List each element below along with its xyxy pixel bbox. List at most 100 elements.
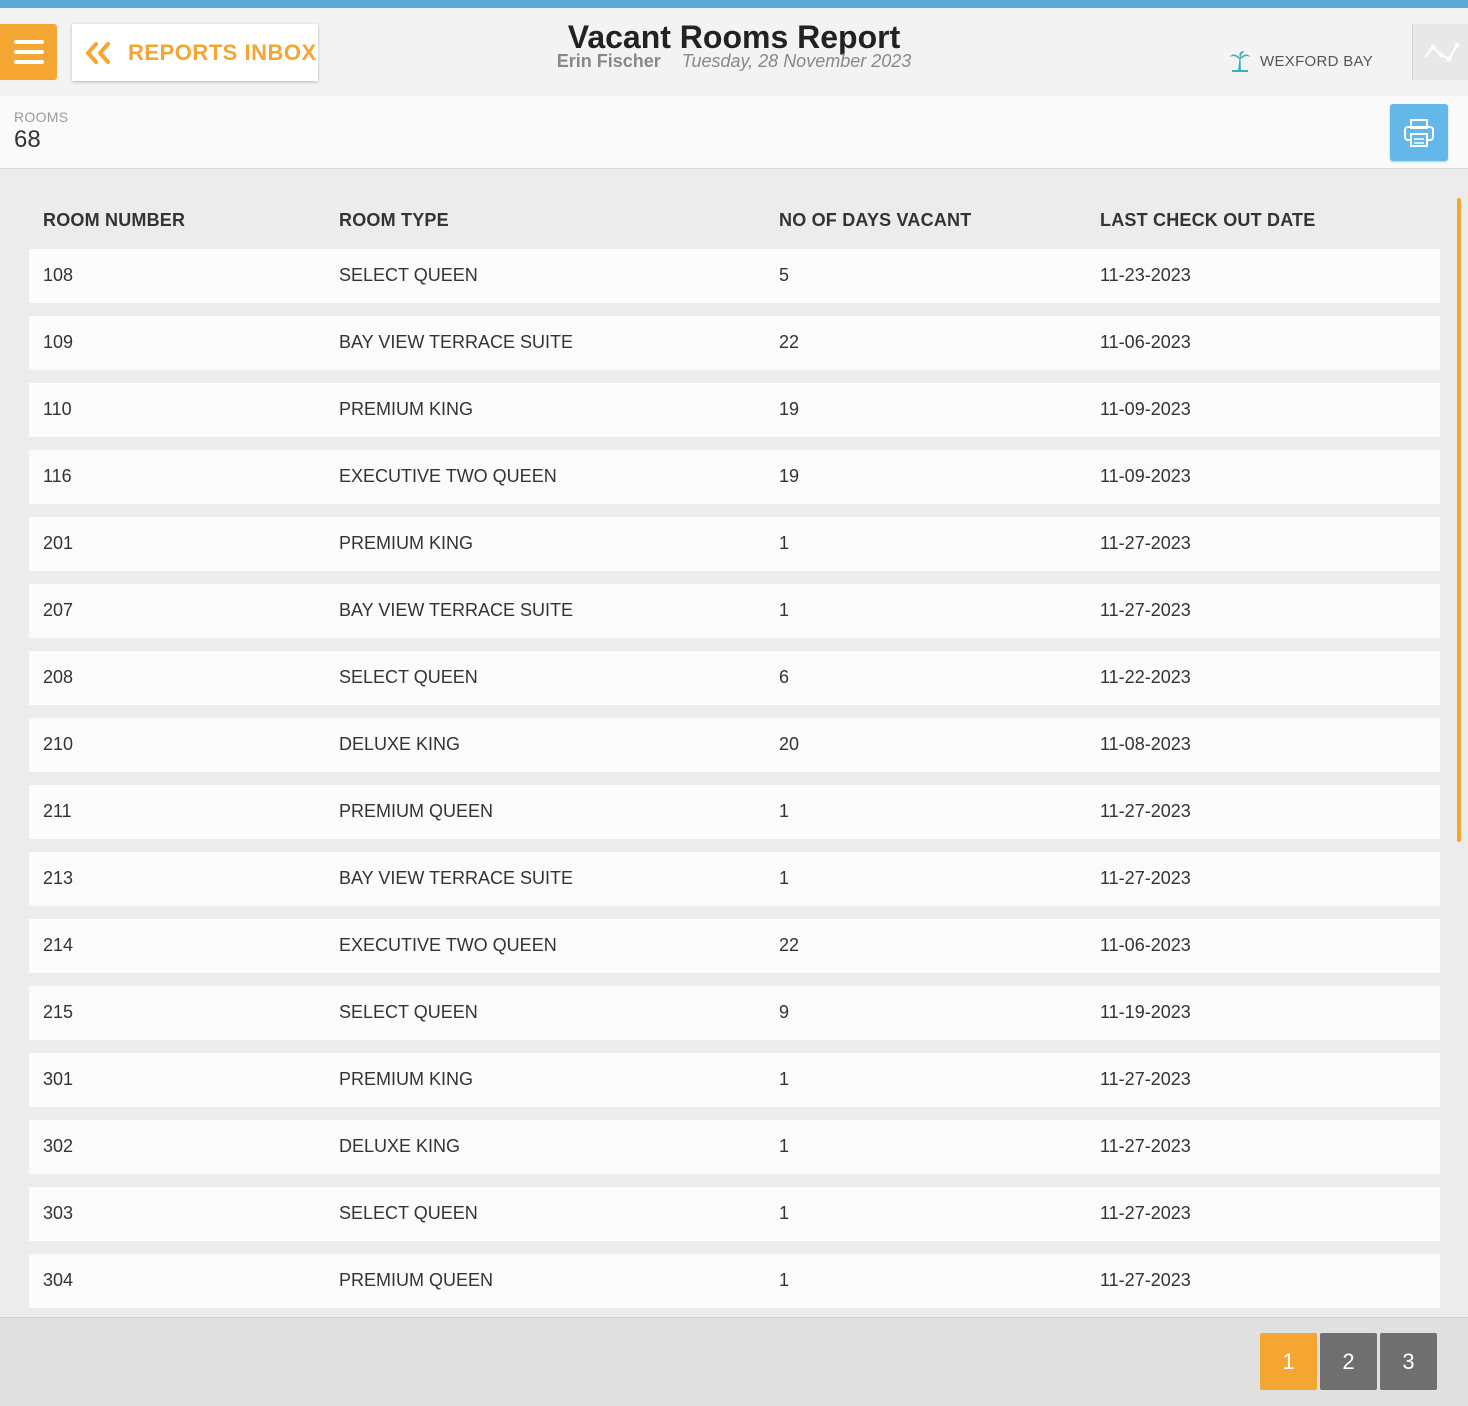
cell-room-number: 210 <box>43 734 74 754</box>
rooms-count-label: ROOMS <box>14 109 69 125</box>
page-button-2[interactable]: 2 <box>1320 1333 1377 1390</box>
cell-last-checkout: 11-27-2023 <box>1100 801 1191 821</box>
cell-last-checkout: 11-23-2023 <box>1100 265 1191 285</box>
cell-last-checkout: 11-27-2023 <box>1100 1069 1191 1089</box>
cell-room-number: 201 <box>43 533 74 553</box>
cell-days-vacant: 1 <box>779 868 790 888</box>
cell-room-number: 109 <box>43 332 74 352</box>
table-row[interactable]: 302 DELUXE KING 1 11-27-2023 <box>29 1120 1440 1174</box>
cell-room-number: 301 <box>43 1069 74 1089</box>
cell-days-vacant: 5 <box>779 265 790 285</box>
table-row[interactable]: 208 SELECT QUEEN 6 11-22-2023 <box>29 651 1440 705</box>
cell-days-vacant: 19 <box>779 399 800 419</box>
cell-room-type: BAY VIEW TERRACE SUITE <box>339 332 574 352</box>
cell-room-number: 303 <box>43 1203 74 1223</box>
line-chart-icon <box>1424 42 1459 62</box>
column-header-room-type[interactable]: ROOM TYPE <box>339 210 449 231</box>
column-header-days-vacant[interactable]: NO OF DAYS VACANT <box>779 210 971 231</box>
table-row[interactable]: 201 PREMIUM KING 1 11-27-2023 <box>29 517 1440 571</box>
table-row[interactable]: 215 SELECT QUEEN 9 11-19-2023 <box>29 986 1440 1040</box>
chart-button[interactable] <box>1412 24 1468 80</box>
cell-days-vacant: 1 <box>779 1136 790 1156</box>
printer-icon <box>1404 118 1434 147</box>
cell-days-vacant: 22 <box>779 332 800 352</box>
column-header-last-checkout[interactable]: LAST CHECK OUT DATE <box>1100 210 1315 231</box>
cell-last-checkout: 11-06-2023 <box>1100 935 1191 955</box>
brand-name: WEXFORD BAY <box>1260 52 1374 70</box>
cell-days-vacant: 20 <box>779 734 800 754</box>
cell-room-type: PREMIUM KING <box>339 399 474 419</box>
cell-room-number: 302 <box>43 1136 74 1156</box>
cell-last-checkout: 11-27-2023 <box>1100 600 1191 620</box>
page-button-1[interactable]: 1 <box>1260 1333 1317 1390</box>
page-button-3[interactable]: 3 <box>1380 1333 1437 1390</box>
cell-room-type: PREMIUM QUEEN <box>339 801 494 821</box>
cell-last-checkout: 11-06-2023 <box>1100 332 1191 352</box>
rooms-count-value: 68 <box>14 126 41 153</box>
cell-room-type: SELECT QUEEN <box>339 667 478 687</box>
column-header-room-number[interactable]: ROOM NUMBER <box>43 210 185 231</box>
cell-room-type: PREMIUM KING <box>339 533 474 553</box>
cell-days-vacant: 1 <box>779 600 790 620</box>
cell-last-checkout: 11-27-2023 <box>1100 1203 1191 1223</box>
cell-room-type: DELUXE KING <box>339 734 461 754</box>
hamburger-icon <box>13 40 44 64</box>
cell-days-vacant: 19 <box>779 466 800 486</box>
table-row[interactable]: 211 PREMIUM QUEEN 1 11-27-2023 <box>29 785 1440 839</box>
table-row[interactable]: 108 SELECT QUEEN 5 11-23-2023 <box>29 249 1440 303</box>
top-accent-bar <box>0 0 1468 8</box>
cell-last-checkout: 11-08-2023 <box>1100 734 1191 754</box>
cell-days-vacant: 1 <box>779 533 790 553</box>
table-row[interactable]: 304 PREMIUM QUEEN 1 11-27-2023 <box>29 1254 1440 1308</box>
menu-button[interactable] <box>0 24 57 80</box>
cell-room-number: 211 <box>43 801 72 821</box>
table-row[interactable]: 210 DELUXE KING 20 11-08-2023 <box>29 718 1440 772</box>
table-row[interactable]: 207 BAY VIEW TERRACE SUITE 1 11-27-2023 <box>29 584 1440 638</box>
cell-last-checkout: 11-09-2023 <box>1100 399 1191 419</box>
cell-room-number: 116 <box>43 466 72 486</box>
cell-last-checkout: 11-27-2023 <box>1100 1136 1191 1156</box>
table-row[interactable]: 214 EXECUTIVE TWO QUEEN 22 11-06-2023 <box>29 919 1440 973</box>
footer-bar <box>0 1317 1468 1406</box>
scrollbar[interactable] <box>1457 198 1461 842</box>
brand: WEXFORD BAY <box>1228 48 1373 74</box>
cell-days-vacant: 1 <box>779 1203 790 1223</box>
cell-room-type: SELECT QUEEN <box>339 1203 478 1223</box>
cell-room-type: SELECT QUEEN <box>339 1002 478 1022</box>
table-row[interactable]: 110 PREMIUM KING 19 11-09-2023 <box>29 383 1440 437</box>
cell-days-vacant: 9 <box>779 1002 790 1022</box>
cell-days-vacant: 22 <box>779 935 800 955</box>
print-button[interactable] <box>1390 104 1448 161</box>
cell-last-checkout: 11-09-2023 <box>1100 466 1191 486</box>
table-row[interactable]: 109 BAY VIEW TERRACE SUITE 22 11-06-2023 <box>29 316 1440 370</box>
header: REPORTS INBOX WEXFORD BAY <box>0 8 1468 96</box>
cell-room-number: 110 <box>43 399 72 419</box>
table-row[interactable]: 116 EXECUTIVE TWO QUEEN 19 11-09-2023 <box>29 450 1440 504</box>
cell-room-type: PREMIUM KING <box>339 1069 474 1089</box>
cell-room-type: BAY VIEW TERRACE SUITE <box>339 600 574 620</box>
cell-room-number: 215 <box>43 1002 74 1022</box>
cell-days-vacant: 1 <box>779 1270 790 1290</box>
table-row[interactable]: 301 PREMIUM KING 1 11-27-2023 <box>29 1053 1440 1107</box>
cell-last-checkout: 11-19-2023 <box>1100 1002 1191 1022</box>
table-row[interactable]: 213 BAY VIEW TERRACE SUITE 1 11-27-2023 <box>29 852 1440 906</box>
cell-room-type: BAY VIEW TERRACE SUITE <box>339 868 574 888</box>
cell-room-type: EXECUTIVE TWO QUEEN <box>339 466 557 486</box>
cell-room-type: EXECUTIVE TWO QUEEN <box>339 935 557 955</box>
cell-days-vacant: 1 <box>779 1069 790 1089</box>
palm-tree-icon <box>1230 51 1250 72</box>
table-row[interactable]: 303 SELECT QUEEN 1 11-27-2023 <box>29 1187 1440 1241</box>
cell-last-checkout: 11-27-2023 <box>1100 533 1191 553</box>
cell-last-checkout: 11-22-2023 <box>1100 667 1191 687</box>
summary-bar: ROOMS 68 <box>0 96 1468 169</box>
cell-room-number: 207 <box>43 600 74 620</box>
cell-room-number: 208 <box>43 667 74 687</box>
cell-room-number: 108 <box>43 265 74 285</box>
cell-last-checkout: 11-27-2023 <box>1100 868 1191 888</box>
cell-room-number: 214 <box>43 935 74 955</box>
reports-inbox-button[interactable]: REPORTS INBOX <box>72 24 318 81</box>
reports-inbox-label: REPORTS INBOX <box>128 39 317 65</box>
cell-last-checkout: 11-27-2023 <box>1100 1270 1191 1290</box>
cell-days-vacant: 1 <box>779 801 790 821</box>
cell-room-type: DELUXE KING <box>339 1136 461 1156</box>
